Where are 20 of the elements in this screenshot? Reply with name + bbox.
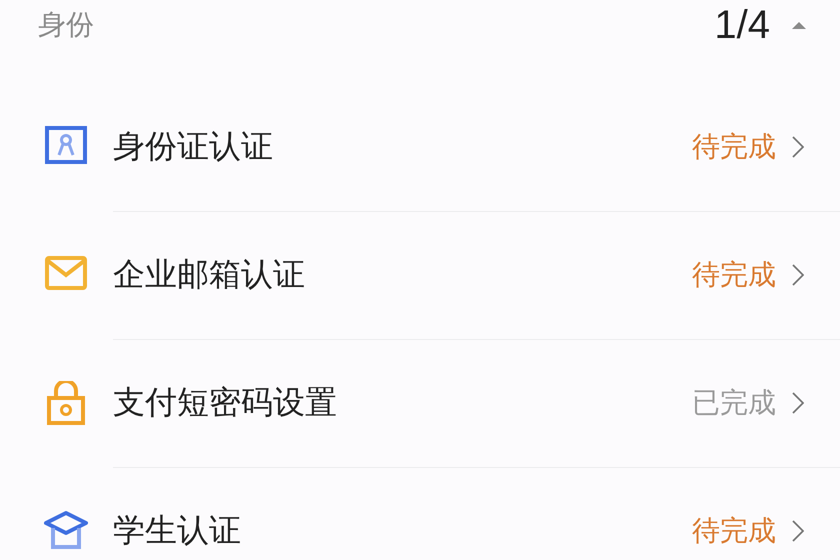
chevron-right-icon bbox=[792, 136, 804, 158]
item-label: 学生认证 bbox=[113, 510, 242, 550]
chevron-right-icon bbox=[792, 264, 804, 286]
padlock-icon bbox=[44, 381, 88, 425]
status-text: 已完成 bbox=[692, 384, 776, 420]
item-label: 企业邮箱认证 bbox=[113, 254, 306, 294]
list-item[interactable]: 身份证认证 待完成 bbox=[0, 83, 840, 211]
list-item[interactable]: 学生认证 待完成 bbox=[0, 467, 840, 560]
chevron-right-icon bbox=[792, 392, 804, 414]
progress-count: 1/4 bbox=[714, 2, 770, 48]
section-title: 身份 bbox=[38, 7, 94, 43]
status-text: 待完成 bbox=[692, 128, 776, 164]
collapse-caret-icon[interactable] bbox=[792, 20, 806, 30]
list-item[interactable]: 企业邮箱认证 待完成 bbox=[0, 211, 840, 339]
status-text: 待完成 bbox=[692, 512, 776, 548]
status-text: 待完成 bbox=[692, 256, 776, 292]
list-item[interactable]: 支付短密码设置 已完成 bbox=[0, 339, 840, 467]
chevron-right-icon bbox=[792, 520, 804, 542]
item-label: 身份证认证 bbox=[113, 126, 274, 166]
item-label: 支付短密码设置 bbox=[113, 382, 338, 422]
